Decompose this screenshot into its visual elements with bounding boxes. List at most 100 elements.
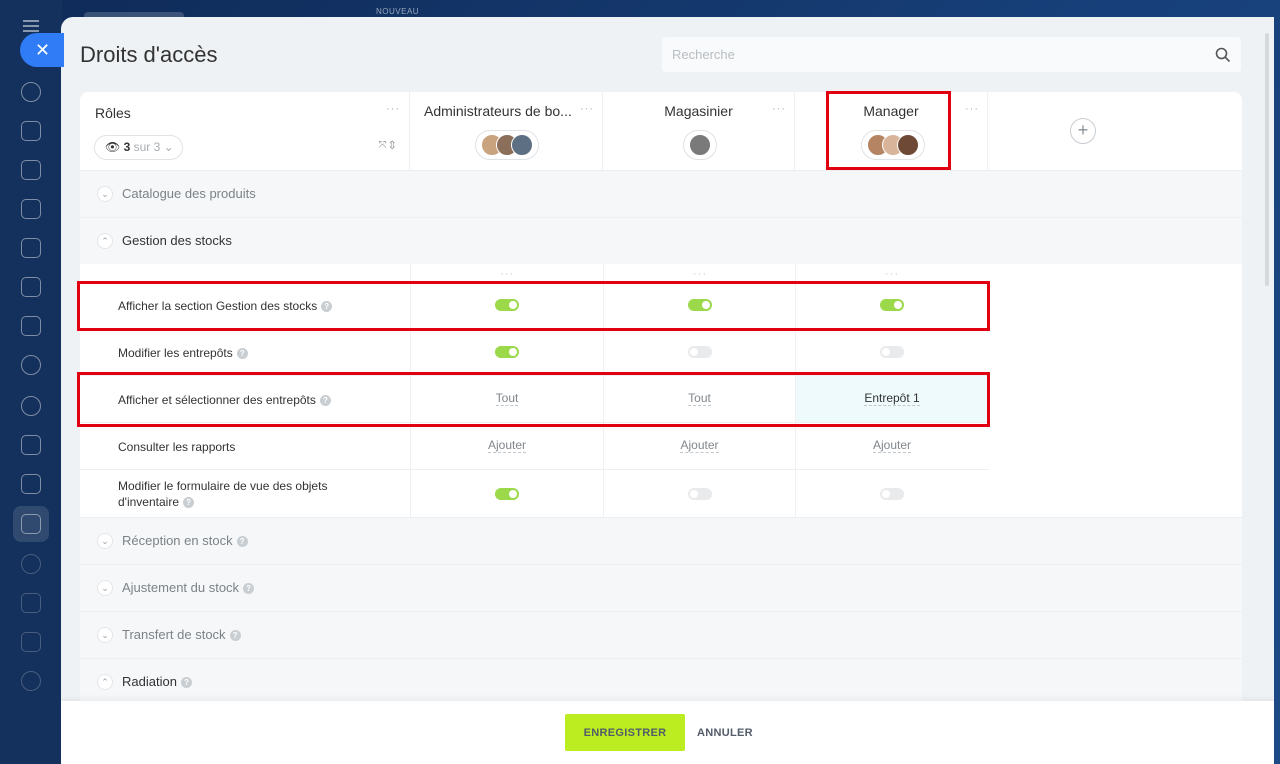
permission-toggle[interactable] [880,299,904,311]
help-icon[interactable]: ? [180,677,192,689]
role-column-header[interactable]: Manager ··· [795,92,988,170]
permission-cell [410,470,603,517]
permission-value[interactable]: Tout [604,391,795,406]
chevron-down-icon[interactable]: ⌄ [97,627,113,643]
mail-icon[interactable] [21,316,41,336]
contacts-icon[interactable] [21,355,41,375]
help-icon[interactable]: ? [236,348,248,360]
section-radiation[interactable]: ⌃ Radiation? [80,658,1242,705]
help-icon[interactable]: ? [236,536,248,548]
permission-cell [795,282,988,328]
permission-cell[interactable]: Ajouter [795,423,988,469]
section-label: Radiation? [122,674,192,689]
footer-bar: ENREGISTRER ANNULER [61,701,1274,764]
column-more-icon[interactable]: ··· [693,269,707,280]
permission-toggle[interactable] [880,487,904,500]
collapse-expand-icon[interactable]: ⤧ ⇳ [379,140,395,151]
role-filter-pill[interactable]: 👁 3 sur 3 ⌄ [94,135,183,160]
column-actions-cell: ··· [410,264,603,282]
column-more-icon[interactable]: ··· [500,269,514,280]
permission-value[interactable]: Entrepôt 1 [796,391,988,406]
box-icon[interactable] [21,554,41,574]
chevron-down-icon[interactable]: ⌄ [97,533,113,549]
role-avatars[interactable] [861,130,925,160]
section-label: Transfert de stock? [122,627,241,642]
add-role-button[interactable]: + [1070,118,1096,144]
cancel-button[interactable]: ANNULER [697,714,753,751]
section-ajustement[interactable]: ⌄ Ajustement du stock? [80,564,1242,611]
search-icon[interactable] [1215,47,1231,63]
permission-value-text: Entrepôt 1 [864,391,920,406]
help-icon[interactable]: ? [321,301,333,313]
section-reception[interactable]: ⌄ Réception en stock? [80,517,1242,564]
panel-scrollbar[interactable] [1265,33,1269,286]
page-title: Droits d'accès [80,42,218,67]
permission-cell [603,470,795,517]
roles-more-icon[interactable]: ··· [386,104,400,115]
search-box [661,36,1242,73]
add-value-link[interactable]: Ajouter [411,438,603,453]
role-column-header[interactable]: Magasinier ··· [603,92,795,170]
cart-icon[interactable] [21,593,41,613]
presentation-icon[interactable] [21,435,41,455]
permission-value[interactable]: Tout [411,391,603,406]
permission-toggle[interactable] [880,346,904,358]
permission-cell[interactable]: Tout [410,376,603,422]
checkbox-icon[interactable] [21,474,41,494]
permission-toggle[interactable] [495,346,519,358]
new-label: NOUVEAU [376,7,420,16]
permission-toggle[interactable] [687,487,712,500]
permission-row: Modifier le formulaire de vue des objets… [80,470,989,517]
chat-icon[interactable] [21,121,41,141]
roles-label: Rôles [95,105,131,121]
chevron-down-icon[interactable]: ⌄ [97,580,113,596]
permission-toggle[interactable] [687,299,712,311]
permission-toggle[interactable] [495,487,519,500]
access-rights-panel: Droits d'accès Rôles ··· 👁 3 sur 3 ⌄ ⤧ ⇳… [61,17,1274,764]
section-transfert[interactable]: ⌄ Transfert de stock? [80,611,1242,658]
permission-cell[interactable]: Entrepôt 1 [795,376,988,422]
calendar-icon[interactable] [21,199,41,219]
filter-icon[interactable] [21,514,41,534]
chevron-down-icon[interactable]: ⌄ [97,186,113,202]
search-input[interactable] [672,37,1192,72]
permission-toggle[interactable] [687,346,712,358]
lock-icon[interactable] [21,671,41,691]
left-sidebar [0,0,62,764]
chevron-up-icon[interactable]: ⌃ [97,674,113,690]
permission-toggle[interactable] [495,299,519,311]
role-column-header[interactable]: Administrateurs de bo... ··· [410,92,603,170]
permission-cell [795,470,988,517]
card-icon[interactable] [21,277,41,297]
permission-label: Afficher et sélectionner des entrepôts? [118,392,331,408]
save-button[interactable]: ENREGISTRER [565,714,685,751]
help-icon[interactable]: ? [319,395,331,407]
permission-cell[interactable]: Tout [603,376,795,422]
tasks-icon[interactable] [21,160,41,180]
help-icon[interactable]: ? [183,497,194,509]
section-catalogue[interactable]: ⌄ Catalogue des produits [80,170,1242,217]
role-more-icon[interactable]: ··· [772,104,786,115]
permission-cell[interactable]: Ajouter [410,423,603,469]
role-more-icon[interactable]: ··· [580,104,594,115]
add-value-link[interactable]: Ajouter [604,438,795,453]
role-avatars[interactable] [683,130,717,160]
role-more-icon[interactable]: ··· [965,104,979,115]
add-value-link[interactable]: Ajouter [796,438,988,453]
chevron-up-icon[interactable]: ⌃ [97,233,113,249]
close-icon: ✕ [35,40,51,60]
column-more-icon[interactable]: ··· [885,269,899,280]
column-actions-row: ··· ··· ··· [80,264,989,282]
terminal-icon[interactable] [21,632,41,652]
permission-cell[interactable]: Ajouter [603,423,795,469]
role-avatars[interactable] [475,130,539,160]
hexagon-icon[interactable] [21,396,41,416]
close-panel-button[interactable]: ✕ [20,33,64,67]
document-icon[interactable] [21,238,41,258]
activity-icon[interactable] [21,82,41,102]
menu-icon[interactable] [23,20,39,32]
role-name: Manager [863,103,919,119]
help-icon[interactable]: ? [243,583,255,595]
section-gestion[interactable]: ⌃ Gestion des stocks [80,217,1242,264]
help-icon[interactable]: ? [229,630,241,642]
